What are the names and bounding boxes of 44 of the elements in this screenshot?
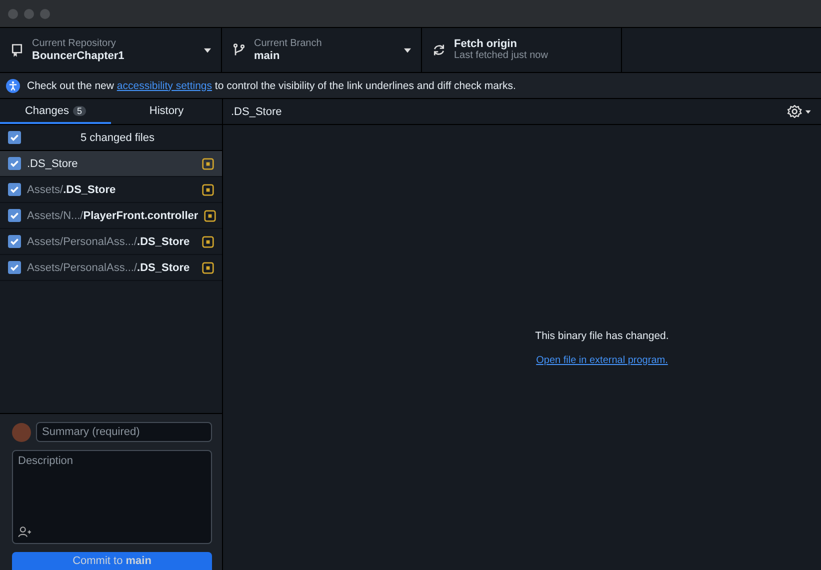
file-checkbox[interactable] xyxy=(8,261,21,274)
fetch-button[interactable]: Fetch origin Last fetched just now xyxy=(422,28,622,72)
avatar xyxy=(12,422,31,442)
file-checkbox[interactable] xyxy=(8,209,21,222)
accessibility-icon xyxy=(6,78,20,92)
file-checkbox[interactable] xyxy=(8,183,21,196)
file-checkbox[interactable] xyxy=(8,235,21,248)
file-path: Assets/PersonalAss.../.DS_Store xyxy=(27,262,191,274)
file-name: .DS_Store xyxy=(231,106,283,118)
summary-field[interactable]: Summary (required) xyxy=(36,422,212,442)
changed-files-count: 5 changed files xyxy=(80,132,156,144)
select-all-checkbox[interactable] xyxy=(8,131,21,144)
repository-icon xyxy=(10,43,24,57)
binary-file-message: This binary file has changed. xyxy=(535,330,669,342)
file-list-item[interactable]: Assets/PersonalAss.../.DS_Store xyxy=(0,229,222,255)
file-list-item[interactable]: Assets/N.../PlayerFront.controller xyxy=(0,203,222,229)
accessibility-settings-link[interactable]: accessibility settings xyxy=(116,80,212,92)
file-path: Assets/PersonalAss.../.DS_Store xyxy=(27,236,191,248)
open-external-link[interactable]: Open file in external program. xyxy=(536,354,668,366)
file-path: Assets/N.../PlayerFront.controller xyxy=(27,210,198,222)
file-list-item[interactable]: Assets/PersonalAss.../.DS_Store xyxy=(0,255,222,281)
count-badge: 5 xyxy=(73,106,86,116)
notice-text: Check out the new accessibility settings to control the visibility of the link underlines and diff check marks. xyxy=(27,80,516,92)
sidebar-tab[interactable]: Changes 5 xyxy=(0,99,111,124)
file-path: Assets/.DS_Store xyxy=(27,184,117,196)
modified-icon xyxy=(204,210,216,222)
modified-icon xyxy=(202,184,214,196)
file-list-item[interactable]: .DS_Store xyxy=(0,151,222,177)
modified-icon xyxy=(202,236,214,248)
branch-icon xyxy=(232,43,246,57)
modified-icon xyxy=(202,158,214,170)
file-checkbox[interactable] xyxy=(8,157,21,170)
add-coauthor-icon[interactable] xyxy=(18,526,31,538)
file-list-item[interactable]: Assets/.DS_Store xyxy=(0,177,222,203)
branch-dropdown[interactable]: Current Branch main xyxy=(222,28,422,72)
modified-icon xyxy=(202,262,214,274)
sidebar-tab[interactable]: History xyxy=(111,99,222,124)
refresh-icon xyxy=(432,43,446,57)
description-field[interactable]: Description xyxy=(12,450,212,544)
caret-icon xyxy=(204,48,211,52)
caret-icon xyxy=(404,48,411,52)
diff-settings-button[interactable] xyxy=(787,105,813,118)
repository-dropdown[interactable]: Current Repository BouncerChapter1 xyxy=(0,28,222,72)
file-path: .DS_Store xyxy=(27,158,79,170)
